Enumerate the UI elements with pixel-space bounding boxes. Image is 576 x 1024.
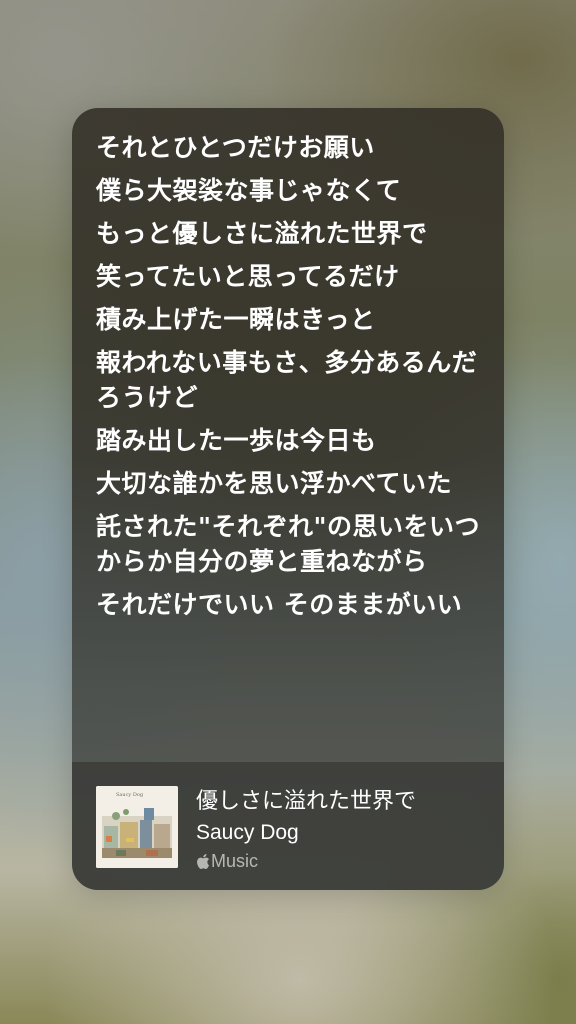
album-art-image: Saucy Dog <box>96 786 178 868</box>
track-title: 優しさに溢れた世界で <box>196 789 417 814</box>
lyric-line: 報われない事もさ、多分あるんだろうけど <box>96 348 478 412</box>
lyrics-list: それとひとつだけお願い 僕ら大袈裟な事じゃなくて もっと優しさに溢れた世界で 笑… <box>96 130 486 630</box>
track-artist: Saucy Dog <box>196 821 299 844</box>
lyric-line: 積み上げた一瞬はきっと <box>96 305 376 334</box>
now-playing-bar[interactable]: Saucy Dog 優しさに溢れた世界で Saucy Dog Music <box>72 762 504 890</box>
lyric-line: もっと優しさに溢れた世界で <box>96 219 428 248</box>
album-art[interactable]: Saucy Dog <box>96 786 178 868</box>
source-name: Music <box>211 851 259 871</box>
album-cover-text: Saucy Dog <box>116 792 144 798</box>
lyric-line: 笑ってたいと思ってるだけ <box>96 262 400 291</box>
lyrics-share-card: それとひとつだけお願い 僕ら大袈裟な事じゃなくて もっと優しさに溢れた世界で 笑… <box>72 108 504 890</box>
lyric-line: 踏み出した一歩は今日も <box>96 426 377 455</box>
source-label: Music <box>196 850 258 872</box>
lyric-line: 僕ら大袈裟な事じゃなくて <box>96 176 402 205</box>
apple-logo-icon <box>196 853 210 870</box>
lyric-line: 大切な誰かを思い浮かべていた <box>96 469 453 498</box>
lyric-line: それだけでいい そのままがいい <box>96 590 463 619</box>
lyric-line: それとひとつだけお願い <box>96 133 375 162</box>
lyric-line: 託された"それぞれ"の思いをいつからか自分の夢と重ねながら <box>96 512 481 576</box>
